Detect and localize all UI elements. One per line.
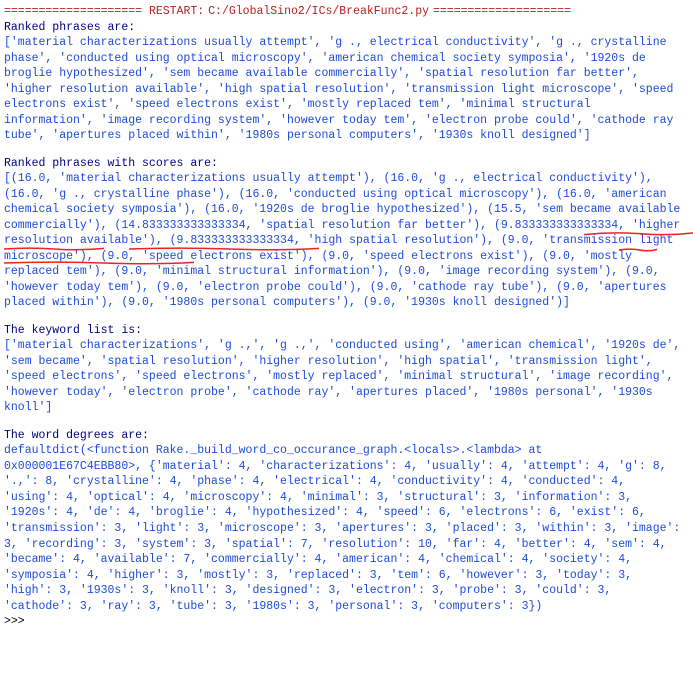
python-prompt[interactable]: >>> bbox=[4, 614, 681, 630]
word-degrees-heading: The word degrees are: bbox=[4, 428, 681, 444]
restart-right-equals: ==================== bbox=[433, 4, 571, 20]
restart-path: C:/GlobalSino2/ICs/BreakFunc2.py bbox=[208, 4, 429, 20]
restart-left-equals: ==================== bbox=[4, 4, 142, 20]
keyword-list-heading: The keyword list is: bbox=[4, 323, 681, 339]
spacer bbox=[4, 311, 681, 323]
spacer bbox=[4, 416, 681, 428]
restart-label: RESTART: bbox=[149, 4, 204, 20]
word-degrees-output: defaultdict(<function Rake._build_word_c… bbox=[4, 443, 681, 614]
ranked-scores-heading: Ranked phrases with scores are: bbox=[4, 156, 681, 172]
ranked-scores-output: [(16.0, 'material characterizations usua… bbox=[4, 171, 681, 311]
keyword-list-output: ['material characterizations', 'g .,', '… bbox=[4, 338, 681, 416]
spacer bbox=[4, 144, 681, 156]
ranked-phrases-heading: Ranked phrases are: bbox=[4, 20, 681, 36]
ranked-scores-wrap: [(16.0, 'material characterizations usua… bbox=[4, 171, 681, 311]
restart-line: ==================== RESTART: C:/GlobalS… bbox=[4, 4, 681, 20]
ranked-phrases-output: ['material characterizations usually att… bbox=[4, 35, 681, 144]
